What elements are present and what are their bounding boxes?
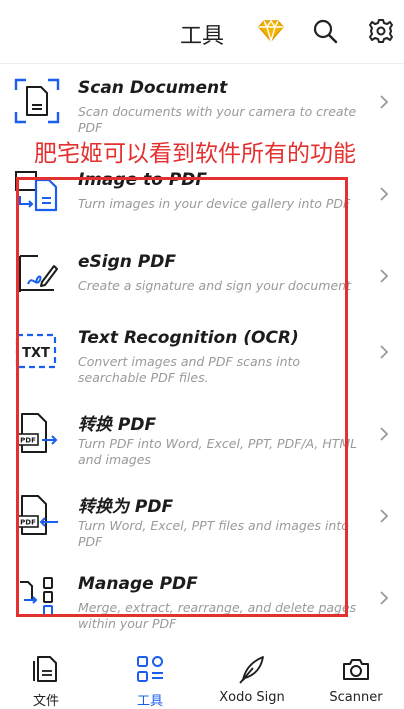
image-to-pdf-icon [14,170,60,216]
tools-grid-icon [135,654,165,684]
feather-pen-icon [237,654,267,684]
tool-item-manage-pdf[interactable]: Manage PDF Merge, extract, rearrange, an… [0,574,404,636]
tab-label: 工具 [136,694,163,709]
ocr-icon-text: TXT [22,346,50,361]
chevron-right-icon [378,266,390,286]
tool-item-text-recognition[interactable]: TXT Text Recognition (OCR) Convert image… [0,328,404,390]
bottom-navigation: 文件 工具 Xodo Sign Scanner [0,644,404,709]
annotation-caption: 肥宅姬可以看到软件所有的功能 [34,141,356,167]
top-bar: 工具 [0,0,404,64]
tab-tools[interactable]: 工具 [110,652,190,709]
search-icon[interactable] [310,16,340,46]
tool-description: Convert images and PDF scans into search… [78,354,301,385]
tool-item-scan-document[interactable]: Scan Document Scan documents with your c… [0,78,404,140]
chevron-right-icon [378,342,390,362]
tool-description: Turn Word, Excel, PPT files and images i… [78,518,349,549]
tool-name: Text Recognition (OCR) [78,328,299,348]
convert-to-pdf-icon: PDF [14,492,60,538]
tool-description: Turn PDF into Word, Excel, PPT, PDF/A, H… [78,436,358,467]
tool-name: Scan Document [78,78,228,98]
premium-diamond-icon[interactable] [256,16,286,46]
tool-name: 转换 PDF [78,415,157,435]
tool-name: 转换为 PDF [78,497,174,517]
chevron-right-icon [378,506,390,526]
chevron-right-icon [378,588,390,608]
tool-name: eSign PDF [78,252,176,272]
tab-label: 文件 [32,694,59,709]
pdf-badge-text: PDF [20,437,36,445]
settings-gear-icon[interactable] [366,16,396,46]
tool-name: Image to PDF [78,170,208,190]
manage-pages-icon [14,574,60,620]
chevron-right-icon [378,424,390,444]
tab-xodo-sign[interactable]: Xodo Sign [212,652,292,705]
tool-description: Create a signature and sign your documen… [78,278,351,293]
tab-label: Scanner [329,690,383,705]
tool-description: Merge, extract, rearrange, and delete pa… [78,600,357,631]
tab-files[interactable]: 文件 [6,652,86,709]
tool-name: Manage PDF [78,574,198,594]
convert-from-pdf-icon: PDF [14,410,60,456]
tool-description: Turn images in your device gallery into … [78,196,351,211]
scan-document-icon [14,78,60,124]
chevron-right-icon [378,92,390,112]
tool-item-image-to-pdf[interactable]: Image to PDF Turn images in your device … [0,170,404,232]
tab-label: Xodo Sign [219,690,285,705]
tool-description: Scan documents with your camera to creat… [78,104,357,135]
tool-item-convert-pdf[interactable]: PDF 转换 PDF Turn PDF into Word, Excel, PP… [0,410,404,472]
ocr-txt-icon: TXT [14,328,60,374]
tool-item-esign-pdf[interactable]: eSign PDF Create a signature and sign yo… [0,252,404,314]
esign-pen-icon [14,252,60,298]
file-icon [31,654,61,684]
chevron-right-icon [378,184,390,204]
page-title: 工具 [180,24,225,49]
camera-icon [341,654,371,684]
pdf-badge-text: PDF [20,519,36,527]
tool-item-convert-to-pdf[interactable]: PDF 转换为 PDF Turn Word, Excel, PPT files … [0,492,404,554]
tab-scanner[interactable]: Scanner [316,652,396,705]
